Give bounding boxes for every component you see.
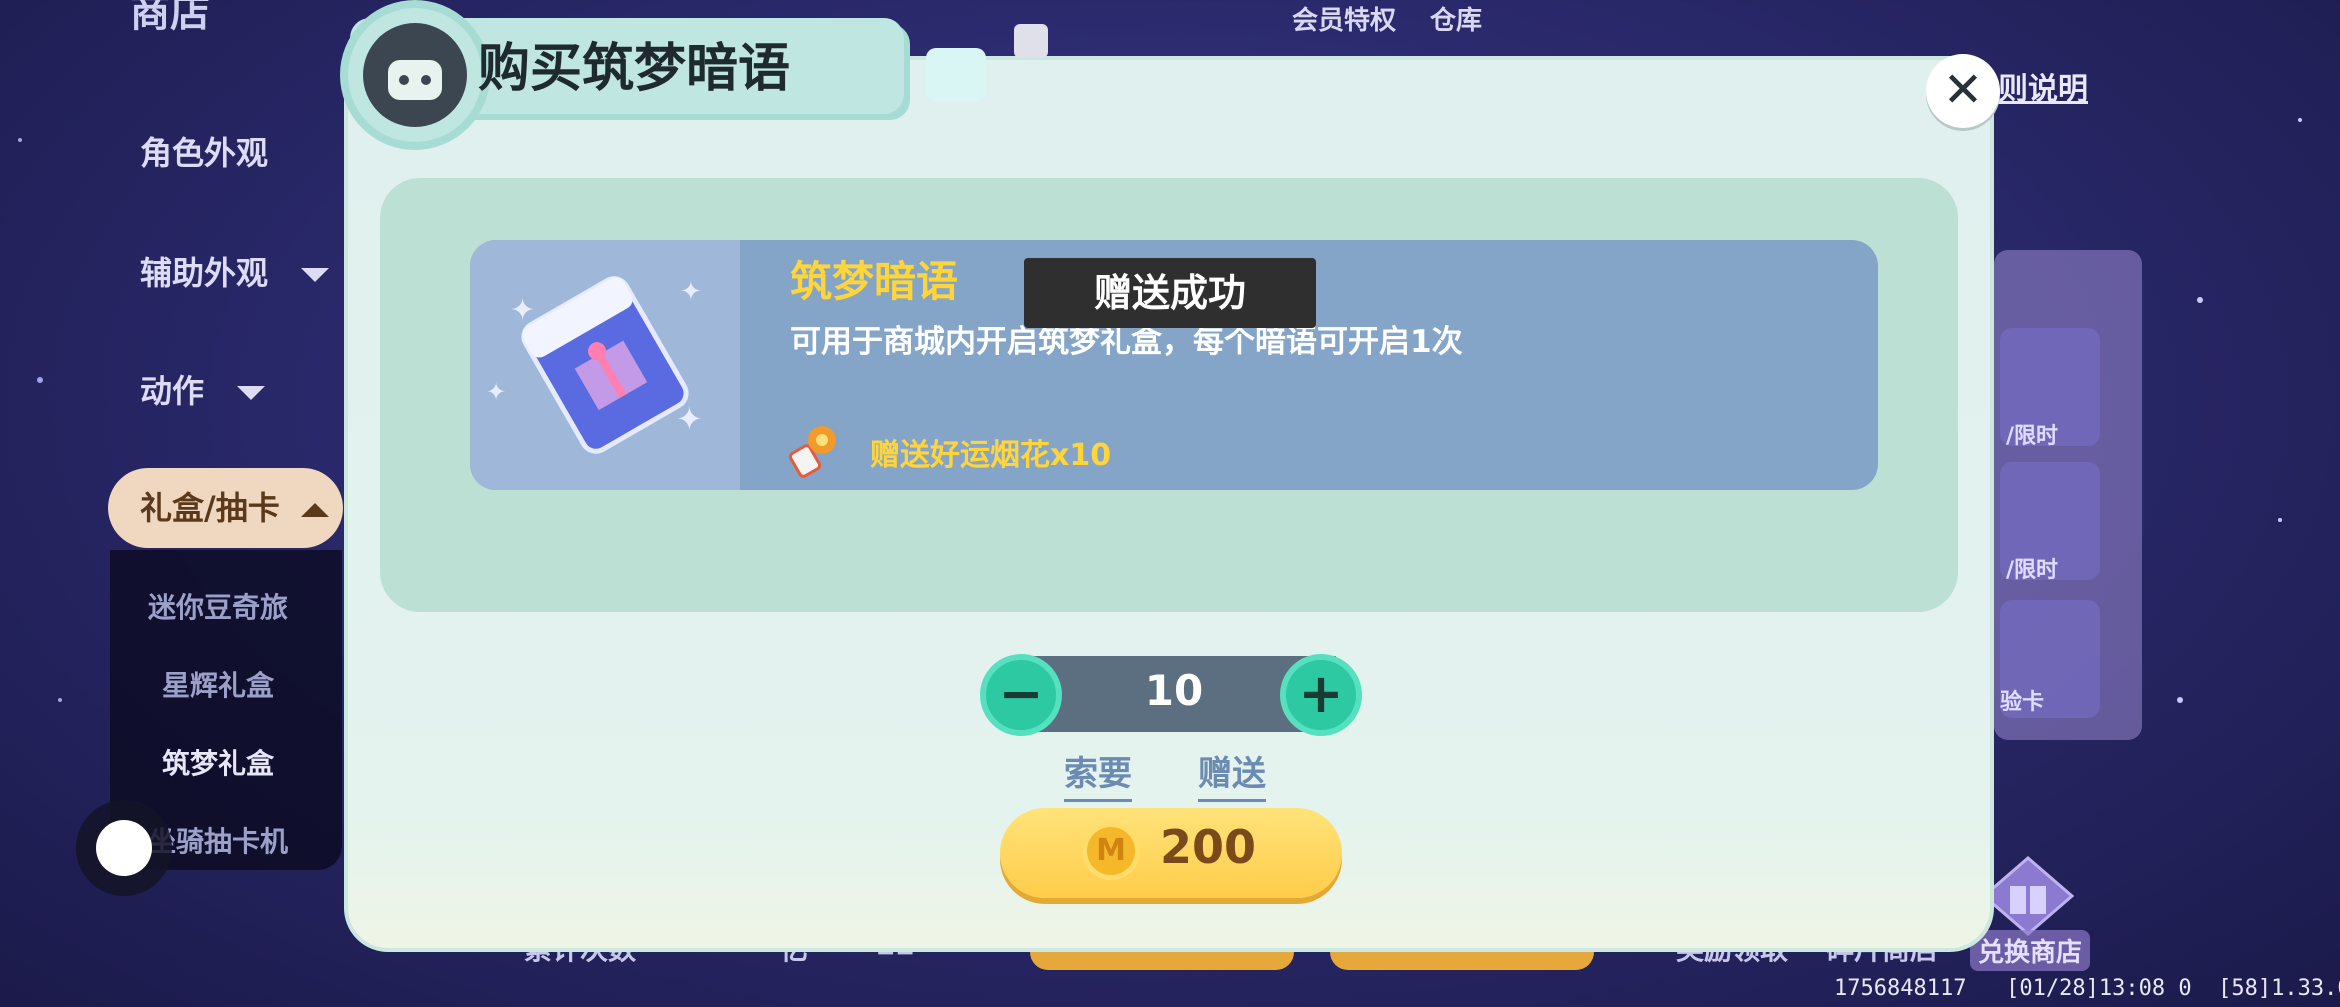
vip-privilege-link[interactable]: 会员特权 — [1292, 0, 1396, 37]
svg-text:✦: ✦ — [510, 293, 535, 328]
limited-label: /限时 — [2006, 424, 2059, 449]
sidebar-item-label: 动作 — [140, 372, 205, 410]
title-decoration — [1014, 24, 1048, 58]
floating-assistive-button[interactable] — [76, 800, 172, 896]
sidebar-item-label: 辅助外观 — [140, 254, 269, 292]
dialog-title: 购买筑梦暗语 — [478, 39, 791, 99]
svg-text:✦: ✦ — [486, 378, 506, 406]
firework-icon — [788, 426, 836, 478]
rules-description-link[interactable]: 则说明 — [1998, 64, 2088, 108]
gift-box-card-icon: ✦ ✦ ✦ ✦ — [486, 276, 703, 454]
limited-label: /限时 — [2006, 558, 2059, 583]
submenu-item[interactable]: 星辉礼盒 — [162, 664, 274, 704]
shop-title: 商店 — [130, 0, 210, 36]
exchange-shop-button[interactable]: 兑换商店 — [1970, 930, 2091, 971]
sidebar-item-label: 角色外观 — [140, 134, 269, 172]
gift-success-toast: 赠送成功 — [1024, 258, 1316, 328]
item-name: 筑梦暗语 — [790, 257, 959, 306]
close-button[interactable]: ✕ — [1926, 54, 2000, 128]
debug-info: 1756848117 [01/28]13:08 0 [58]1.33.0 — [1834, 976, 2340, 1001]
quantity-value[interactable]: 10 — [1132, 666, 1216, 715]
sidebar-item-actions[interactable]: 动作 — [140, 366, 266, 412]
plus-icon: + — [1298, 662, 1344, 725]
sidebar-item-character-appearance[interactable]: 角色外观 — [140, 128, 268, 174]
decrease-quantity-button[interactable]: − — [980, 654, 1062, 736]
gift-button[interactable]: 赠送 — [1198, 746, 1266, 802]
submenu-item-current[interactable]: 筑梦礼盒 — [162, 742, 274, 782]
request-button[interactable]: 索要 — [1064, 746, 1132, 802]
sidebar-item-gift-box-gacha[interactable]: 礼盒/抽卡 — [108, 468, 343, 548]
item-bonus: 赠送好运烟花x10 — [870, 438, 1112, 473]
gift-icon — [1982, 856, 2074, 936]
m-coin-icon: M — [1082, 822, 1140, 880]
chevron-down-icon — [301, 268, 330, 282]
minus-icon: − — [998, 662, 1044, 725]
price-amount: 200 — [1160, 820, 1257, 874]
card-label: 验卡 — [2000, 690, 2045, 715]
sidebar-item-auxiliary-appearance[interactable]: 辅助外观 — [140, 248, 330, 294]
chevron-down-icon — [237, 386, 266, 400]
mascot-avatar-icon — [340, 0, 490, 150]
title-decoration — [926, 48, 986, 102]
item-thumbnail: ✦ ✦ ✦ ✦ — [470, 240, 740, 490]
chevron-up-icon — [300, 503, 329, 517]
warehouse-link[interactable]: 仓库 — [1430, 0, 1482, 37]
submenu-item[interactable]: 迷你豆奇旅 — [148, 586, 288, 626]
svg-text:✦: ✦ — [676, 400, 703, 438]
close-icon: ✕ — [1942, 62, 1984, 118]
sidebar-item-label: 礼盒/抽卡 — [140, 489, 280, 527]
increase-quantity-button[interactable]: + — [1280, 654, 1362, 736]
svg-text:✦: ✦ — [680, 277, 702, 307]
